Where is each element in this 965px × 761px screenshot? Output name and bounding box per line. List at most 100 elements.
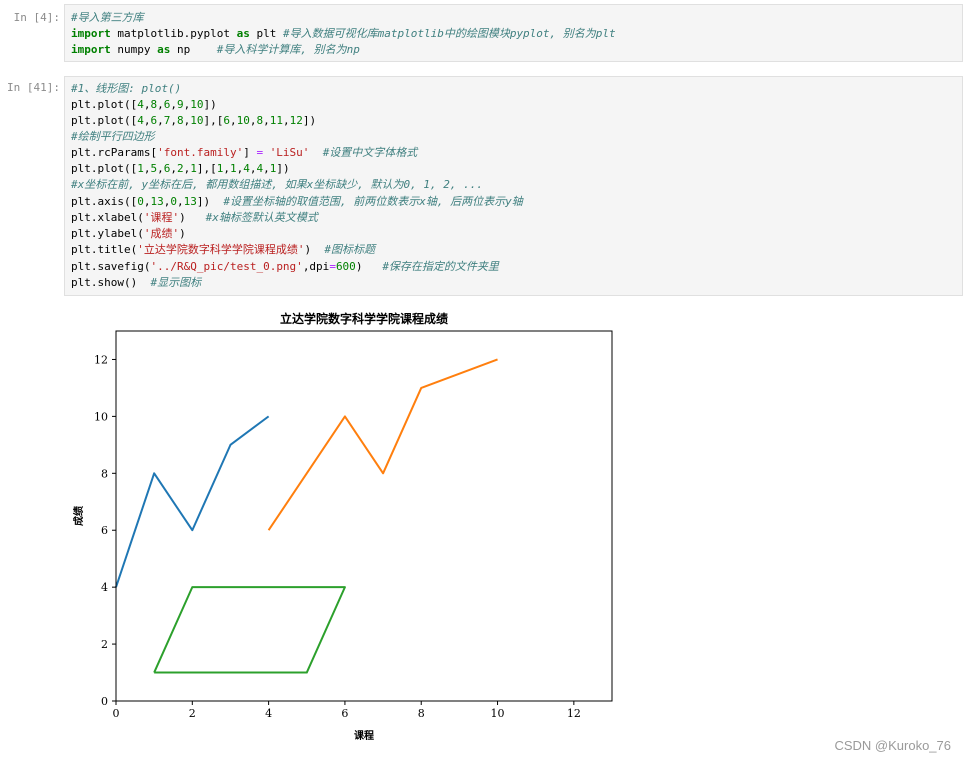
x-tick-label: 6 [341, 707, 348, 720]
code-token: 4 [137, 114, 144, 127]
y-tick-label: 0 [101, 695, 108, 708]
code-token: 11 [269, 114, 283, 127]
y-tick-label: 6 [101, 524, 108, 537]
code-token: 9 [176, 98, 184, 111]
cell-prompt: In [41]: [7, 81, 60, 94]
code-token: 13 [183, 195, 197, 208]
code-token: '课程' [143, 211, 180, 224]
code-token: plt.xlabel( [71, 211, 144, 224]
plot-frame [115, 330, 613, 702]
code-token: #显示图标 [150, 276, 202, 289]
code-token: ,dpi [302, 260, 330, 273]
code-line: import matplotlib.pyplot as plt #导入数据可视化… [71, 26, 616, 42]
code-token: plt.rcParams[ [71, 146, 158, 159]
x-tick-label: 2 [189, 707, 196, 720]
x-axis-label: 课程 [354, 729, 374, 742]
code-token: = [329, 260, 336, 273]
code-token: ) [355, 260, 383, 273]
code-token: #x轴标签默认英文模式 [205, 211, 318, 224]
code-token: plt.plot([ [71, 98, 138, 111]
y-tick-label: 12 [94, 353, 108, 366]
code-line: plt.plot([4,6,7,8,10],[6,10,8,11,12]) [71, 113, 316, 129]
x-tick-label: 12 [567, 707, 581, 720]
code-token: ]) [276, 162, 290, 175]
x-tick-label: 0 [113, 707, 120, 720]
y-tick-label: 8 [101, 467, 108, 480]
code-token: 4 [243, 162, 250, 175]
series-line-3 [153, 586, 346, 674]
code-token: 1 [137, 162, 144, 175]
code-token: #图标标题 [324, 243, 375, 256]
code-token: ],[ [196, 162, 217, 175]
code-token: 1 [229, 162, 237, 175]
x-tick-label: 8 [418, 707, 425, 720]
code-token: import [71, 43, 111, 56]
code-token: 8 [176, 114, 184, 127]
code-token: 0 [170, 195, 177, 208]
code-token: plt.title( [71, 243, 138, 256]
code-line: #导入第三方库 [71, 10, 144, 26]
code-token: plt.axis([ [71, 195, 138, 208]
code-token: 2 [176, 162, 184, 175]
code-token: 1 [190, 162, 197, 175]
code-line: #x坐标在前, y坐标在后, 都用数组描述, 如果x坐标缺少, 默认为0, 1,… [71, 177, 483, 193]
code-cell-imports[interactable]: In [4]: #导入第三方库 import matplotlib.pyplot… [0, 2, 965, 68]
code-token: #保存在指定的文件夹里 [382, 260, 499, 273]
code-token: #导入数据可视化库matplotlib中的绘图模块pyplot, 别名为plt [282, 27, 616, 40]
series-line-2 [267, 358, 498, 531]
code-line: plt.ylabel('成绩') [71, 226, 186, 242]
code-token: import [71, 27, 111, 40]
code-line: plt.xlabel('课程') #x轴标签默认英文模式 [71, 210, 318, 226]
code-token: #1、线形图: plot() [71, 82, 182, 95]
code-token: ) [179, 227, 186, 240]
code-token: 'font.family' [157, 146, 244, 159]
code-token: , [157, 162, 164, 175]
code-token: plt.ylabel( [71, 227, 144, 240]
code-token: '成绩' [143, 227, 180, 240]
code-token: plt [249, 27, 283, 40]
code-token: 10 [236, 114, 250, 127]
code-token: ] [243, 146, 257, 159]
code-token: plt.savefig( [71, 260, 151, 273]
code-token: as [157, 43, 171, 56]
code-token: ],[ [203, 114, 224, 127]
code-token: np [170, 43, 217, 56]
code-token: '../R&Q_pic/test_0.png' [150, 260, 303, 273]
code-token: '立达学院数字科学学院课程成绩' [137, 243, 305, 256]
code-line: #绘制平行四边形 [71, 129, 155, 145]
y-tick-label: 4 [101, 581, 108, 594]
code-input[interactable]: #1、线形图: plot() plt.plot([4,8,6,9,10]) pl… [64, 76, 963, 296]
code-input[interactable]: #导入第三方库 import matplotlib.pyplot as plt … [64, 4, 963, 62]
code-line: plt.rcParams['font.family'] = 'LiSu' #设置… [71, 145, 417, 161]
code-token: #x坐标在前, y坐标在后, 都用数组描述, 如果x坐标缺少, 默认为0, 1,… [71, 178, 483, 191]
code-token: plt.plot([ [71, 162, 138, 175]
code-token: ]) [196, 195, 224, 208]
series-line-1 [115, 415, 270, 588]
code-token: 'LiSu' [269, 146, 310, 159]
x-tick-label: 4 [265, 707, 272, 720]
code-token: 4 [137, 98, 144, 111]
code-token: , [170, 98, 177, 111]
code-line: import numpy as np #导入科学计算库, 别名为np [71, 42, 360, 58]
y-axis-label: 成绩 [72, 506, 85, 526]
code-token: , [223, 162, 230, 175]
code-token: , [170, 114, 177, 127]
code-line: plt.show() #显示图标 [71, 275, 201, 291]
code-token: #设置中文字体格式 [322, 146, 418, 159]
code-token: , [263, 162, 270, 175]
code-token: 600 [335, 260, 356, 273]
code-token: ]) [203, 98, 217, 111]
code-token: ) [179, 211, 206, 224]
code-line: plt.savefig('../R&Q_pic/test_0.png',dpi=… [71, 259, 499, 275]
watermark: CSDN @Kuroko_76 [834, 738, 951, 753]
code-line: plt.title('立达学院数字科学学院课程成绩') #图标标题 [71, 242, 375, 258]
code-token: plt.show() [71, 276, 151, 289]
code-token: , [157, 98, 164, 111]
code-token: 10 [190, 98, 204, 111]
output-chart: 立达学院数字科学学院课程成绩 0 2 4 6 8 10 12 0 2 4 6 8 10 12 课程 成绩 [72, 311, 613, 742]
code-cell-plot[interactable]: In [41]: #1、线形图: plot() plt.plot([4,8,6,… [0, 74, 965, 298]
chart-title: 立达学院数字科学学院课程成绩 [280, 311, 448, 326]
code-line: plt.axis([0,13,0,13]) #设置坐标轴的取值范围, 前两位数表… [71, 194, 523, 210]
